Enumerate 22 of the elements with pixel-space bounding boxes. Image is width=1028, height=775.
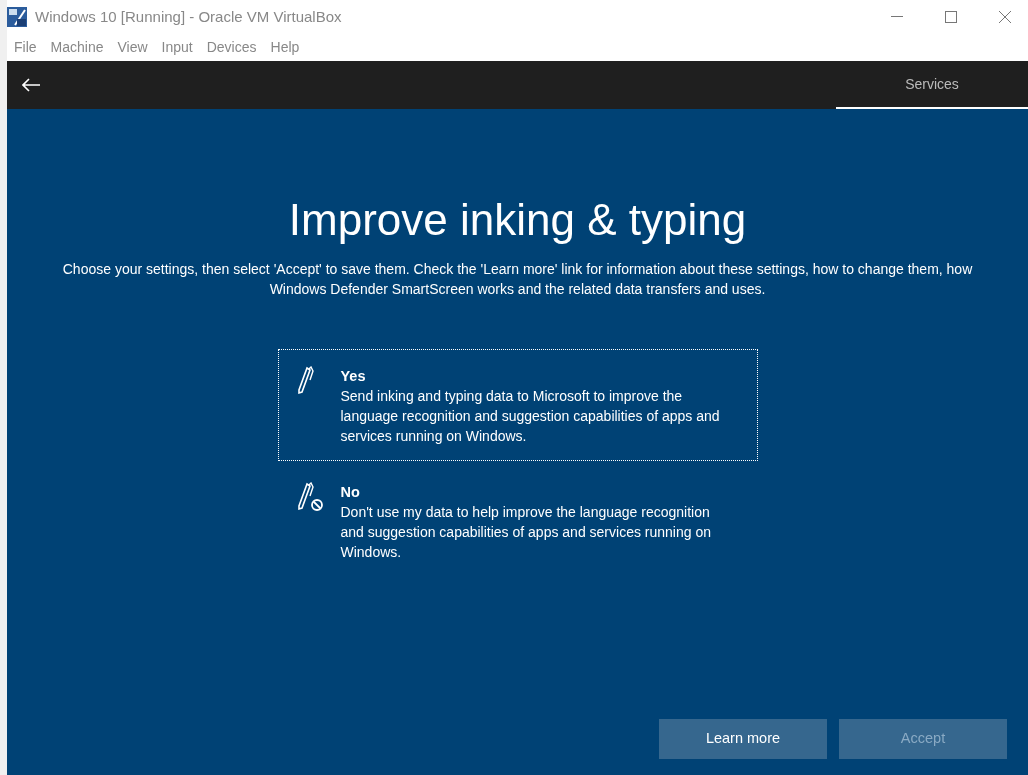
close-icon [999,11,1011,23]
pen-blocked-icon [296,482,323,512]
option-title: Yes [340,367,367,386]
minimize-icon [891,16,903,18]
step-tab[interactable]: Services [836,61,1028,109]
option-title: No [340,483,361,502]
intro-paragraph: Choose your settings, then select 'Accept' to save them. Check the 'Learn more' link for information about these settings, how to change them, how Windows Defender SmartScreen works and the related data transfers and uses. [61,260,974,299]
menu-item[interactable]: Machine [43,37,111,58]
option-item[interactable]: Yes Send inking and typing data to Microsoft to improve the language recognition and suggestion capabilities of apps and services running on Windows. [277,349,758,461]
action-button[interactable]: Learn more [659,719,827,759]
menu-item[interactable]: View [110,37,155,58]
menu-item[interactable]: File [7,37,44,58]
menu-item[interactable]: Help [263,37,307,58]
window-title: Windows 10 [Running] - Oracle VM VirtualBox [35,6,343,27]
maximize-icon [945,11,957,23]
back-arrow-icon [22,78,40,92]
page-heading: Improve inking & typing [288,194,747,246]
menu-item[interactable]: Input [154,37,200,58]
option-item[interactable]: No Don't use my data to help improve the language recognition and suggestion capabilities of apps and services running on Windows. [277,465,758,577]
option-description: Don't use my data to help improve the language recognition and suggestion capabilities of apps and services running on Windows. [340,503,712,562]
menu-item[interactable]: Devices [199,37,264,58]
option-description: Send inking and typing data to Microsoft to improve the language recognition and suggestion capabilities of apps and services running on Windows. [340,387,721,446]
